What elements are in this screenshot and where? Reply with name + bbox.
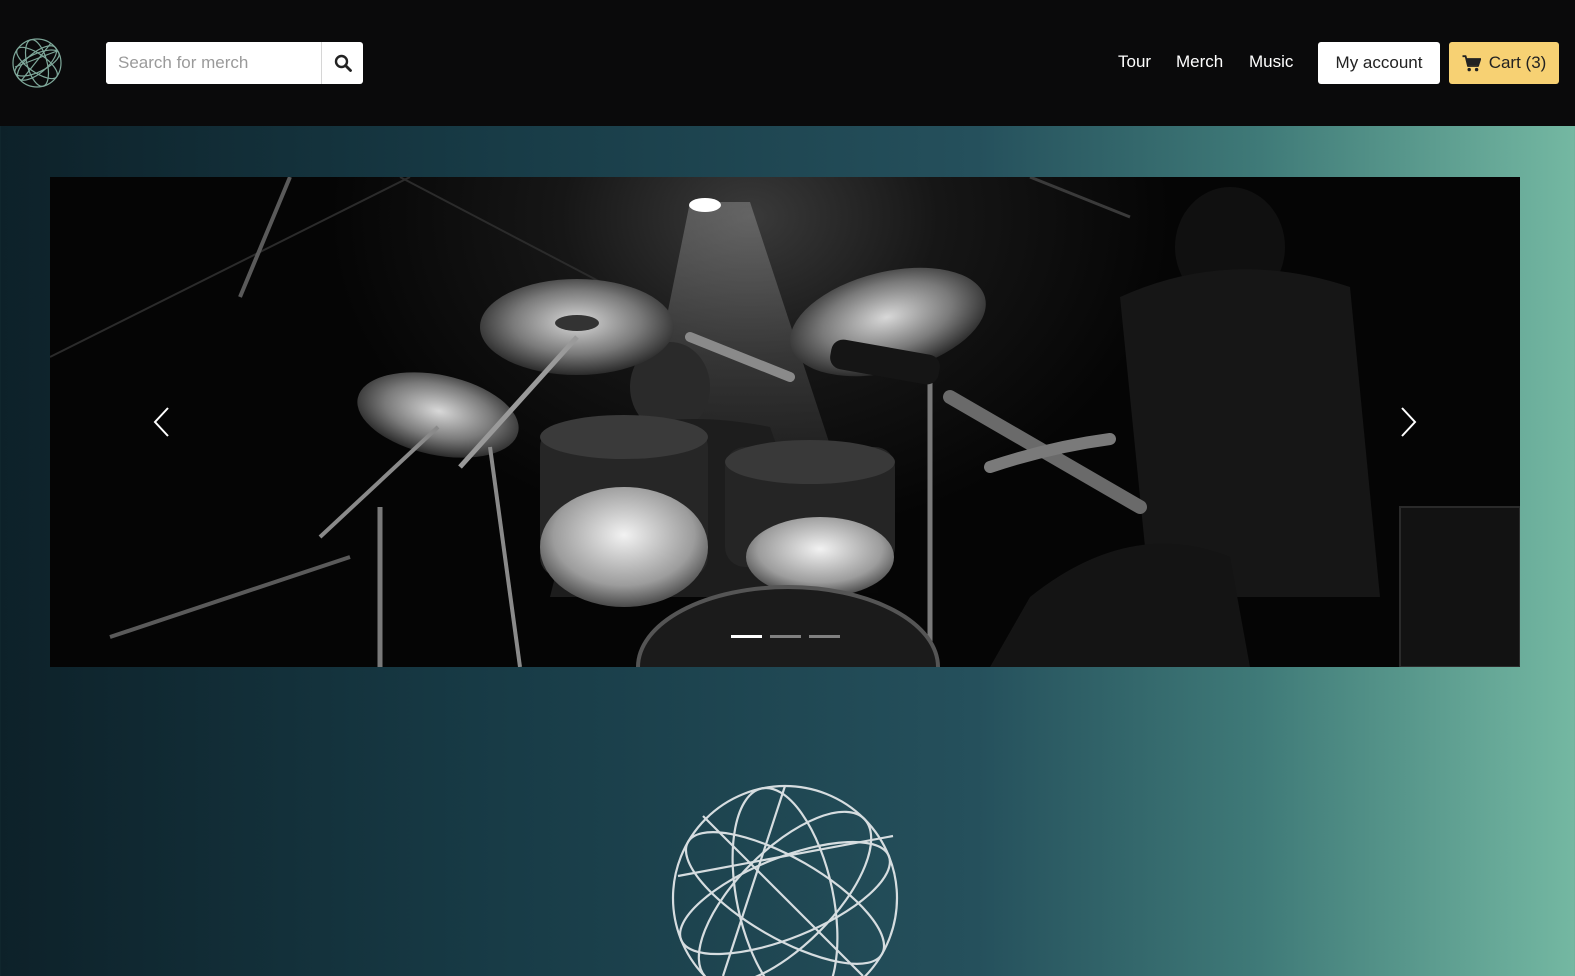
search-button[interactable] [321,42,363,84]
shopping-cart-icon [1462,54,1481,71]
top-navbar: Tour Merch Music My account Cart (3) [0,0,1575,126]
wireframe-globe-logo-icon [671,784,899,976]
carousel-indicator[interactable] [770,635,801,638]
search-input[interactable] [106,42,320,84]
carousel-indicators [731,635,840,638]
search-bar [106,42,363,84]
my-account-button[interactable]: My account [1318,42,1440,84]
search-icon [334,54,352,72]
cart-button[interactable]: Cart (3) [1449,42,1559,84]
my-account-label: My account [1335,53,1423,72]
carousel-indicator[interactable] [731,635,762,638]
nav-link-music[interactable]: Music [1249,52,1293,72]
nav-link-merch[interactable]: Merch [1176,52,1223,72]
concert-photo [50,177,1520,667]
nav-link-tour[interactable]: Tour [1118,52,1151,72]
chevron-right-icon[interactable] [1396,405,1420,439]
wireframe-globe-icon[interactable] [11,37,63,89]
cart-label: Cart (3) [1488,53,1547,72]
chevron-left-icon[interactable] [150,405,174,439]
hero-carousel [50,177,1520,667]
carousel-indicator[interactable] [809,635,840,638]
